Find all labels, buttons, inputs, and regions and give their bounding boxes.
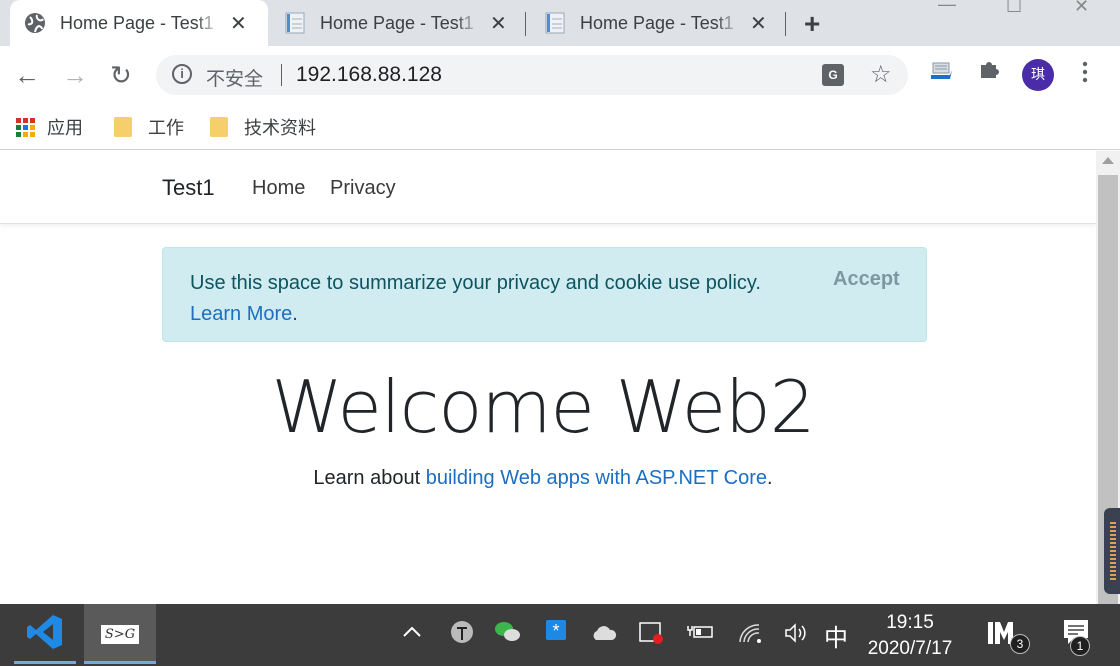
accept-cookie-button[interactable]: Accept (833, 268, 900, 291)
im-app-tray-icon[interactable]: 3 (986, 618, 1030, 654)
onedrive-cloud-icon[interactable] (590, 622, 618, 648)
translate-icon[interactable]: G (822, 64, 844, 86)
site-navbar: Test1 Home Privacy (0, 151, 1096, 224)
nav-home[interactable]: Home (252, 177, 305, 200)
active-indicator (84, 661, 156, 664)
reload-button[interactable]: ↻ (110, 60, 132, 91)
active-indicator (14, 661, 76, 664)
menu-icon[interactable] (1080, 61, 1090, 83)
tab-1[interactable]: Home Page - Test1 ✕ (10, 0, 268, 46)
close-tab-icon[interactable]: ✕ (230, 11, 247, 36)
clock-time: 19:15 (886, 612, 934, 633)
close-tab-icon[interactable]: ✕ (490, 11, 507, 36)
volume-meter-widget (1104, 508, 1120, 594)
volume-speaker-icon[interactable] (782, 622, 810, 650)
wifi-network-icon[interactable] (736, 622, 764, 650)
tab-2[interactable]: Home Page - Test1 ✕ (270, 0, 522, 46)
tab-title: Home Page - Test1 (580, 12, 734, 33)
book-extension-icon[interactable] (930, 62, 952, 80)
page-viewport: Test1 Home Privacy Use this space to sum… (0, 151, 1096, 604)
pin-app-tray-icon[interactable] (448, 620, 476, 650)
im-notification-badge: 3 (1010, 634, 1030, 654)
learn-more-link[interactable]: Learn More (190, 303, 292, 325)
profile-avatar[interactable]: 琪 (1022, 59, 1054, 91)
svg-text:*: * (552, 621, 559, 641)
tab-3[interactable]: Home Page - Test1 ✕ (530, 0, 782, 46)
cookie-text: Use this space to summarize your privacy… (190, 272, 761, 294)
app-star-tray-icon[interactable]: * (542, 618, 570, 650)
ime-indicator[interactable]: 中 (820, 618, 852, 653)
tab-title: Home Page - Test1 (320, 12, 474, 33)
back-button[interactable]: ← (14, 60, 40, 91)
show-hidden-icons-chevron[interactable] (398, 618, 426, 644)
cookie-suffix: . (292, 303, 298, 325)
info-icon[interactable]: i (172, 64, 192, 84)
close-window-button[interactable]: ✕ (1074, 0, 1089, 17)
battery-power-icon[interactable] (686, 622, 714, 648)
url-text[interactable]: 192.168.88.128 (296, 63, 442, 87)
security-label[interactable]: 不安全 (206, 64, 263, 91)
bookmarks-bar: 应用 工作 技术资料 (0, 104, 1120, 150)
extensions-puzzle-icon[interactable] (978, 58, 1000, 87)
browser-toolbar: ← → ↻ i 不安全 192.168.88.128 G ☆ 琪 (0, 46, 1120, 104)
hero-title: Welcome Web2 (271, 365, 815, 449)
bookmark-star-icon[interactable]: ☆ (870, 60, 892, 89)
address-bar[interactable]: i 不安全 192.168.88.128 G ☆ (156, 55, 908, 95)
taskbar-clock[interactable]: 19:15 2020/7/17 (862, 610, 958, 662)
wechat-tray-icon[interactable] (494, 620, 522, 650)
tab-divider (525, 12, 526, 36)
scroll-up-arrow-icon[interactable] (1102, 157, 1114, 164)
hero-sub-suffix: . (767, 467, 773, 489)
aspnet-docs-link[interactable]: building Web apps with ASP.NET Core (426, 467, 767, 489)
sg-app-icon: S>G (100, 624, 140, 644)
bookmark-apps[interactable]: 应用 (16, 114, 83, 140)
hero-sub-prefix: Learn about (313, 467, 426, 489)
page-favicon-icon (284, 12, 306, 34)
folder-icon (210, 117, 228, 137)
bookmark-label: 应用 (47, 118, 83, 139)
minimize-button[interactable]: — (938, 0, 956, 15)
omnibox-divider (281, 64, 282, 86)
apps-grid-icon (16, 117, 35, 137)
folder-icon (114, 117, 132, 137)
page-favicon-icon (544, 12, 566, 34)
screen: Home Page - Test1 ✕ Home Page - Test1 ✕ … (0, 0, 1120, 666)
tab-strip: Home Page - Test1 ✕ Home Page - Test1 ✕ … (0, 0, 1120, 46)
taskbar-app-vscode[interactable] (14, 604, 76, 664)
sync-alert-tray-icon[interactable] (638, 620, 666, 652)
action-center-icon[interactable]: 1 (1056, 618, 1096, 656)
hero-subtitle: Learn about building Web apps with ASP.N… (0, 467, 1086, 490)
notification-count-badge: 1 (1070, 636, 1090, 656)
bookmark-label: 技术资料 (244, 118, 316, 139)
tab-title: Home Page - Test1 (60, 12, 214, 33)
tab-divider (785, 12, 786, 36)
vscode-icon (26, 613, 64, 656)
cookie-consent-alert: Use this space to summarize your privacy… (162, 247, 927, 342)
close-tab-icon[interactable]: ✕ (750, 11, 767, 36)
new-tab-button[interactable]: + (804, 8, 820, 40)
taskbar-app-sg[interactable]: S>G (84, 604, 156, 664)
cookie-consent-text: Use this space to summarize your privacy… (190, 268, 810, 330)
maximize-button[interactable]: ☐ (1006, 0, 1022, 17)
bookmark-label: 工作 (148, 118, 184, 139)
forward-button[interactable]: → (62, 60, 88, 91)
clock-date: 2020/7/17 (867, 638, 953, 659)
globe-icon (24, 12, 46, 34)
nav-privacy[interactable]: Privacy (330, 177, 396, 200)
windows-taskbar: S>G * 中 19:15 2020/7/17 3 1 (0, 604, 1120, 666)
bookmark-folder-tech[interactable]: 技术资料 (210, 114, 316, 140)
bookmark-folder-work[interactable]: 工作 (114, 114, 184, 140)
site-brand[interactable]: Test1 (162, 175, 215, 201)
